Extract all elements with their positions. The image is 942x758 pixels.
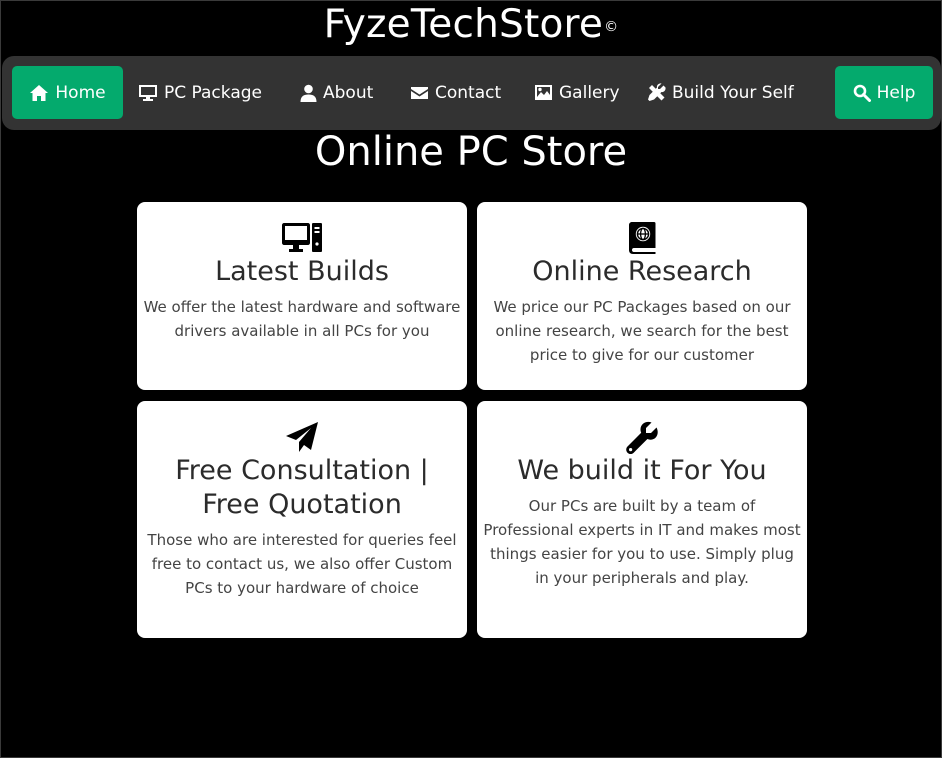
envelope-icon [411, 86, 428, 99]
card-title: Free Consultation | Free Quotation [175, 455, 429, 520]
nav-build-link[interactable]: Build Your Self [647, 66, 794, 119]
card-text: We offer the latest hardware and softwar… [143, 298, 461, 340]
site-brand: FyzeTechStore© [1, 1, 941, 49]
wrench-icon [626, 421, 658, 454]
nav-home-button[interactable]: Home [12, 66, 123, 119]
desktop-icon [139, 84, 157, 101]
card-title: Online Research [532, 256, 752, 287]
home-icon [30, 84, 49, 101]
feature-card-latest-builds: Latest Builds We offer the latest hardwa… [137, 202, 467, 390]
navbar: Home PC Package About Contact Gallery Bu… [2, 56, 941, 130]
nav-contact-label: Contact [435, 82, 502, 103]
feature-card-free-consultation: Free Consultation | Free Quotation Those… [137, 401, 467, 638]
card-text: Our PCs are built by a team of Professio… [483, 497, 801, 587]
nav-build-label: Build Your Self [672, 82, 794, 103]
card-title: We build it For You [517, 455, 767, 486]
nav-gallery-link[interactable]: Gallery [534, 66, 620, 119]
help-button[interactable]: Help [835, 66, 933, 119]
page: FyzeTechStore© Home PC Package About Con… [0, 0, 942, 758]
tools-icon [648, 83, 666, 101]
nav-gallery-label: Gallery [559, 82, 620, 103]
nav-contact-link[interactable]: Contact [410, 66, 501, 119]
card-title: Latest Builds [215, 256, 389, 287]
card-text: We price our PC Packages based on our on… [493, 298, 791, 364]
user-icon [300, 84, 317, 102]
feature-card-we-build: We build it For You Our PCs are built by… [477, 401, 807, 638]
help-label: Help [876, 82, 916, 103]
nav-about-link[interactable]: About [300, 66, 373, 119]
page-title: Online PC Store [314, 129, 628, 175]
nav-home-label: Home [55, 82, 106, 103]
nav-pc-package-label: PC Package [164, 82, 262, 103]
search-icon [853, 84, 871, 102]
copyright-mark: © [604, 19, 619, 35]
computer-icon [282, 223, 322, 252]
brand-name: FyzeTechStore [323, 2, 604, 47]
paper-plane-icon [286, 422, 318, 452]
card-text: Those who are interested for queries fee… [147, 531, 457, 597]
image-icon [535, 85, 552, 100]
nav-about-label: About [323, 82, 374, 103]
globe-book-icon [629, 222, 656, 254]
feature-card-online-research: Online Research We price our PC Packages… [477, 202, 807, 390]
nav-pc-package-link[interactable]: PC Package [138, 66, 262, 119]
